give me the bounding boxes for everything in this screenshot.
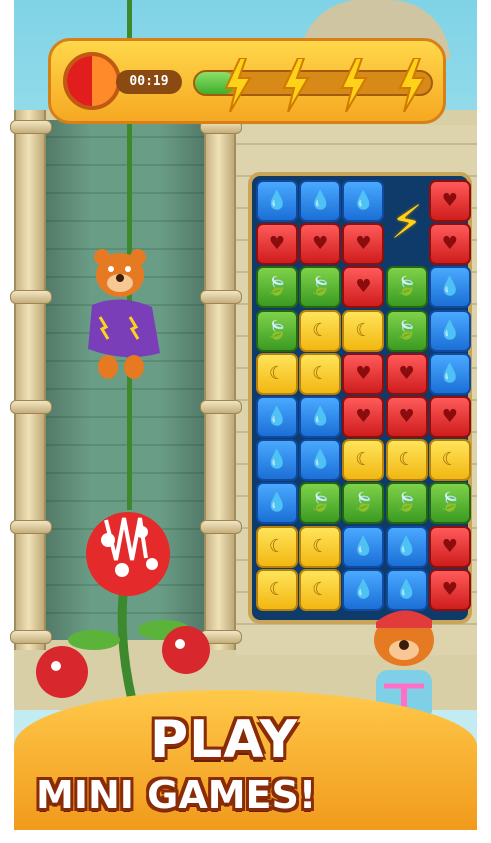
bear-climbing-character [88,249,160,379]
tile-green[interactable]: 🍃 [428,482,471,525]
tile-yellow[interactable]: ☾ [256,568,298,611]
carnivorous-plant [36,512,210,700]
tile-yellow[interactable]: ☾ [299,525,342,568]
tile-yellow[interactable]: ☾ [299,309,342,352]
tile-blue[interactable]: 💧 [385,525,428,568]
bolt-goal-icon [340,58,368,112]
tile-red[interactable]: ♥ [342,266,385,309]
tile-yellow[interactable]: ☾ [256,525,298,568]
tile-red[interactable]: ♥ [342,223,385,266]
tile-red[interactable]: ♥ [428,525,471,568]
tile-green[interactable]: 🍃 [256,309,298,352]
bolt-goal-icon [282,58,310,112]
bolt-goal-icon [224,58,252,112]
tile-red[interactable]: ♥ [385,352,428,395]
puzzle-board[interactable]: 💧 💧 💧 ⚡ ♥ ♥ ♥ ♥ ♥ 🍃 🍃 ♥ 🍃 💧 🍃 ☾ ☾ 🍃 💧 ☾ ☾ ♥ ♥ 💧 💧 💧 ♥ ♥ ♥ 💧 💧 ☾ ☾ ☾ 💧 🍃 🍃 🍃 🍃 ☾… [248,172,472,624]
game-screen: 00:19 💧 💧 💧 ⚡ ♥ ♥ ♥ ♥ ♥ 🍃 🍃 ♥ 🍃 💧 🍃 ☾ ☾ 🍃 💧 ☾ ☾ ♥ ♥ 💧 💧 💧 ♥ ♥ ♥ 💧 💧 ☾ ☾ ☾… [0,0,491,843]
bolt-powerup-tile[interactable]: ⚡ [386,180,428,264]
tile-green[interactable]: 🍃 [299,266,342,309]
tile-blue[interactable]: 💧 [342,180,385,222]
tile-blue[interactable]: 💧 [256,482,298,525]
timer-text: 00:19 [116,70,182,94]
tile-yellow[interactable]: ☾ [299,568,342,611]
tile-red[interactable]: ♥ [342,352,385,395]
timer-dial-icon [63,52,121,110]
tile-green[interactable]: 🍃 [256,266,298,309]
tile-blue[interactable]: 💧 [256,180,298,222]
tile-green[interactable]: 🍃 [385,482,428,525]
promo-subtitle: MINI GAMES! [36,773,317,817]
tile-blue[interactable]: 💧 [342,525,385,568]
tile-red[interactable]: ♥ [342,396,385,438]
tile-blue[interactable]: 💧 [299,439,342,482]
tile-blue[interactable]: 💧 [256,396,298,438]
bolt-goal-icon [398,58,426,112]
tile-blue[interactable]: 💧 [299,396,342,438]
tile-red[interactable]: ♥ [428,223,471,266]
tile-yellow[interactable]: ☾ [428,439,471,482]
tile-yellow[interactable]: ☾ [342,309,385,352]
tile-red[interactable]: ♥ [428,396,471,438]
tile-yellow[interactable]: ☾ [299,352,342,395]
tile-yellow[interactable]: ☾ [385,439,428,482]
tile-red[interactable]: ♥ [385,396,428,438]
tile-green[interactable]: 🍃 [299,482,342,525]
tile-red[interactable]: ♥ [299,223,342,266]
tile-green[interactable]: 🍃 [342,482,385,525]
tile-green[interactable]: 🍃 [385,266,428,309]
tile-blue[interactable]: 💧 [299,180,342,222]
tile-blue[interactable]: 💧 [256,439,298,482]
tile-red[interactable]: ♥ [428,180,471,222]
tile-yellow[interactable]: ☾ [256,352,298,395]
tile-red[interactable]: ♥ [256,223,298,266]
tile-yellow[interactable]: ☾ [342,439,385,482]
tile-green[interactable]: 🍃 [385,309,428,352]
tile-blue[interactable]: 💧 [428,352,471,395]
tile-blue[interactable]: 💧 [428,309,471,352]
promo-title: PLAY [150,710,299,770]
tile-blue[interactable]: 💧 [428,266,471,309]
